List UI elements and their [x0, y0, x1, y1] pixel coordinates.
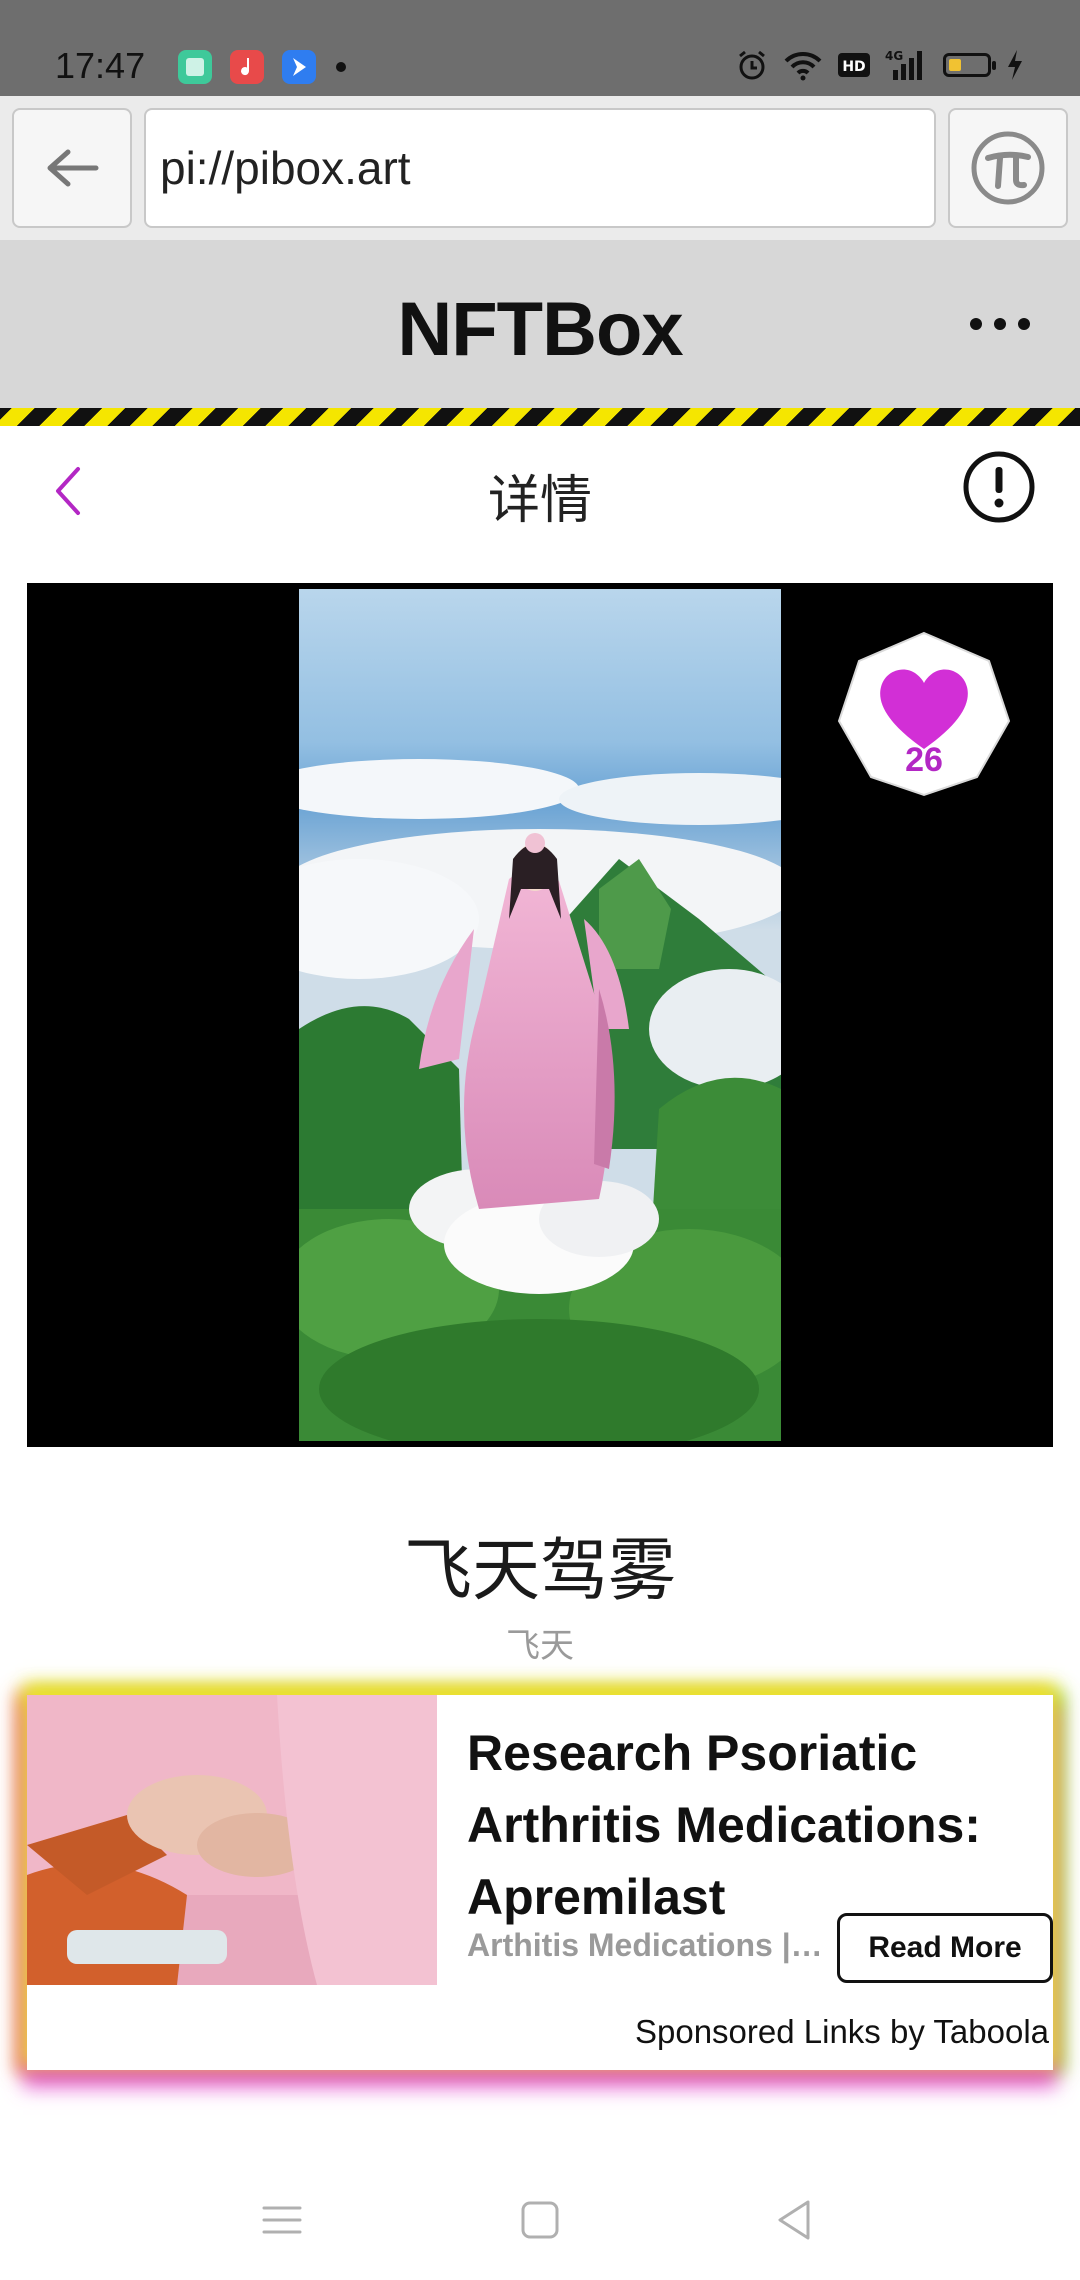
- battery-icon: [943, 53, 996, 77]
- charging-icon: [1008, 50, 1022, 80]
- pi-wallet-button[interactable]: [948, 108, 1068, 228]
- sponsored-label[interactable]: Sponsored Links by Taboola: [635, 2013, 1049, 2051]
- app-header: NFTBox: [0, 240, 1080, 408]
- svg-text:4G: 4G: [885, 49, 903, 63]
- ad-source: Arthitis Medications | Search Ads: [467, 1927, 827, 1963]
- status-bar: 17:47 HD 4G: [0, 0, 1080, 96]
- hazard-stripe: [0, 408, 1080, 426]
- app-notification-blue-icon: [282, 50, 316, 84]
- back-triangle-icon[interactable]: [766, 2190, 826, 2250]
- alarm-icon: [739, 50, 765, 80]
- svg-text:HD: HD: [842, 59, 865, 75]
- browser-toolbar: pi://pibox.art: [0, 96, 1080, 240]
- artwork-media[interactable]: 26: [27, 583, 1053, 1447]
- read-more-button[interactable]: Read More: [837, 1913, 1053, 1983]
- ad-headline[interactable]: Research Psoriatic Arthritis Medications…: [467, 1717, 1042, 1933]
- nft-subtitle: 飞天: [506, 1627, 574, 1665]
- sponsored-ad[interactable]: Research Psoriatic Arthritis Medications…: [27, 1695, 1053, 2070]
- like-count: 26: [905, 741, 943, 779]
- signal-4g-icon: 4G: [885, 49, 922, 80]
- browser-back-button[interactable]: [12, 108, 132, 228]
- app-notification-green-icon: [178, 50, 212, 84]
- more-notifications-dot: [336, 62, 346, 72]
- page-title: 详情: [487, 472, 592, 530]
- music-app-icon: [230, 50, 264, 84]
- pi-logo-icon: [971, 131, 1045, 205]
- app-title: NFTBox: [397, 287, 683, 372]
- status-icons: HD 4G: [735, 48, 1025, 82]
- like-button[interactable]: 26: [837, 631, 1011, 797]
- artwork-image: [299, 589, 781, 1441]
- hd-icon: HD: [838, 53, 870, 77]
- screen: 17:47 HD 4G pi://pibox.art NFTBox 详情 26 …: [0, 0, 1080, 2280]
- status-time: 17:47: [55, 45, 146, 86]
- arrow-left-icon: [47, 149, 99, 187]
- wifi-icon: [784, 51, 822, 81]
- info-icon[interactable]: [962, 450, 1036, 524]
- url-field[interactable]: pi://pibox.art: [144, 108, 936, 228]
- nft-title: 飞天驾雾: [403, 1533, 676, 1609]
- home-icon[interactable]: [510, 2190, 570, 2250]
- more-icon[interactable]: [970, 312, 1030, 336]
- ad-thumbnail[interactable]: [27, 1695, 437, 1985]
- menu-icon[interactable]: [252, 2190, 312, 2250]
- system-nav-bar: [0, 2160, 1080, 2280]
